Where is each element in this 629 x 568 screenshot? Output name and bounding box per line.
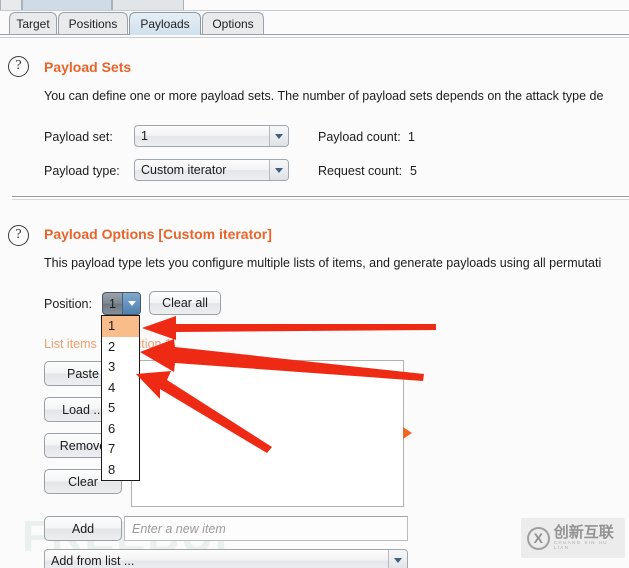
section-divider-shadow: [12, 199, 629, 200]
payload-type-value: Custom iterator: [141, 163, 227, 177]
chevron-down-icon: [388, 550, 407, 568]
payload-count-value: 1: [408, 130, 415, 144]
payload-sets-description: You can define one or more payload sets.…: [44, 89, 604, 103]
position-option-8[interactable]: 8: [102, 460, 139, 481]
chevron-down-icon: [122, 293, 140, 314]
position-option-4[interactable]: 4: [102, 378, 139, 399]
corner-watermark-pinyin: CHUANG XIN HU LIAN: [553, 540, 608, 550]
play-triangle-icon: [403, 427, 412, 439]
payload-count-label: Payload count:: [318, 130, 401, 144]
payload-type-label: Payload type:: [44, 164, 120, 178]
position-dropdown-list[interactable]: 1 2 3 4 5 6 7 8: [101, 315, 140, 481]
tab-options[interactable]: Options: [202, 12, 264, 35]
chevron-down-icon: [269, 126, 288, 146]
corner-watermark: X 创新互联 CHUANG XIN HU LIAN: [521, 518, 625, 558]
new-item-input[interactable]: Enter a new item: [124, 516, 408, 541]
tab-target[interactable]: Target: [9, 12, 57, 35]
add-from-list-combo[interactable]: Add from list ...: [44, 549, 408, 568]
payload-type-combo[interactable]: Custom iterator: [134, 159, 289, 181]
add-from-list-value: Add from list ...: [51, 553, 135, 568]
position-option-1[interactable]: 1: [102, 316, 139, 337]
payload-options-help-icon[interactable]: ?: [8, 225, 29, 246]
outer-tab-strip: [0, 0, 629, 11]
tab-positions[interactable]: Positions: [58, 12, 128, 35]
payload-tab-row: Target Positions Payloads Options: [0, 11, 629, 35]
position-option-3[interactable]: 3: [102, 357, 139, 378]
request-count-value: 5: [410, 164, 417, 178]
section-divider: [12, 196, 629, 197]
payload-sets-title: Payload Sets: [44, 59, 132, 75]
list-items-listbox[interactable]: [131, 360, 404, 507]
burp-intruder-payloads-panel: Target Positions Payloads Options ? Payl…: [0, 0, 629, 568]
tab-payloads[interactable]: Payloads: [129, 12, 201, 35]
tab-underline-shadow: [0, 37, 629, 38]
corner-watermark-logo-icon: X: [527, 526, 550, 550]
outer-tab-1[interactable]: [0, 0, 22, 10]
clear-all-button[interactable]: Clear all: [149, 291, 221, 315]
payload-sets-help-icon[interactable]: ?: [8, 56, 29, 77]
corner-watermark-cn: 创新互联: [553, 524, 614, 542]
corner-watermark-text: 创新互联 CHUANG XIN HU LIAN: [554, 525, 625, 550]
position-option-6[interactable]: 6: [102, 419, 139, 440]
tab-underline: [0, 34, 629, 35]
position-option-5[interactable]: 5: [102, 398, 139, 419]
add-button[interactable]: Add: [44, 516, 122, 541]
chevron-down-icon: [269, 160, 288, 180]
arrow-to-option-1: [142, 316, 436, 340]
payload-set-label: Payload set:: [44, 130, 113, 144]
request-count-label: Request count:: [318, 164, 403, 178]
outer-tab-3[interactable]: [112, 0, 184, 10]
outer-tab-2[interactable]: [22, 0, 112, 10]
position-option-7[interactable]: 7: [102, 439, 139, 460]
position-label: Position:: [44, 297, 92, 311]
payload-options-title: Payload Options [Custom iterator]: [44, 226, 272, 242]
payload-options-description: This payload type lets you configure mul…: [44, 256, 602, 270]
position-combo[interactable]: 1: [102, 292, 141, 315]
payload-set-value: 1: [141, 129, 148, 143]
position-option-2[interactable]: 2: [102, 337, 139, 358]
position-value: 1: [109, 296, 116, 311]
payload-set-combo[interactable]: 1: [134, 125, 289, 147]
